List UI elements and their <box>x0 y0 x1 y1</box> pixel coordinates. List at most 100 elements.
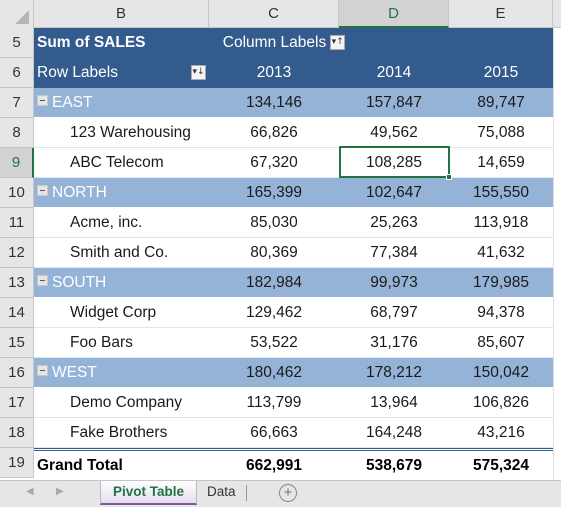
table-row: ABC Telecom 67,320 108,285 14,659 <box>34 148 553 178</box>
sales-value[interactable]: 164,248 <box>339 418 449 448</box>
tab-data[interactable]: Data <box>195 481 248 505</box>
year-header[interactable]: 2013 <box>209 58 339 88</box>
column-header-c[interactable]: C <box>209 0 339 28</box>
region-value[interactable]: 89,747 <box>449 88 553 118</box>
row-header[interactable]: 15 <box>0 328 34 358</box>
column-header-b[interactable]: B <box>34 0 209 28</box>
sales-value[interactable]: 68,797 <box>339 298 449 328</box>
customer-name[interactable]: Smith and Co. <box>34 238 209 268</box>
row-header[interactable]: 11 <box>0 208 34 238</box>
sales-value[interactable]: 14,659 <box>449 148 553 178</box>
sheet-tab-bar: ◀ ▶ Pivot Table Data + <box>0 480 561 507</box>
region-label-cell[interactable]: SOUTH <box>34 268 209 298</box>
collapse-icon[interactable] <box>37 185 48 197</box>
sales-value[interactable]: 66,663 <box>209 418 339 448</box>
row-header[interactable]: 5 <box>0 28 34 58</box>
region-label-cell[interactable]: NORTH <box>34 178 209 208</box>
column-header-d[interactable]: D <box>339 0 449 28</box>
customer-name[interactable]: Demo Company <box>34 388 209 418</box>
grand-total-value[interactable]: 662,991 <box>209 451 339 481</box>
column-header-e[interactable]: E <box>449 0 553 28</box>
sales-value[interactable]: 43,216 <box>449 418 553 448</box>
region-label-cell[interactable]: EAST <box>34 88 209 118</box>
sales-value[interactable]: 49,562 <box>339 118 449 148</box>
row-header[interactable]: 6 <box>0 58 34 88</box>
grand-total-value[interactable]: 575,324 <box>449 451 553 481</box>
row-header[interactable]: 8 <box>0 118 34 148</box>
region-value[interactable]: 180,462 <box>209 358 339 388</box>
row-header[interactable]: 16 <box>0 358 34 388</box>
sales-value[interactable]: 106,826 <box>449 388 553 418</box>
sales-value[interactable]: 85,030 <box>209 208 339 238</box>
row-header[interactable]: 12 <box>0 238 34 268</box>
add-sheet-icon[interactable]: + <box>279 484 297 502</box>
grand-total-label[interactable]: Grand Total <box>34 451 209 481</box>
row-header[interactable]: 7 <box>0 88 34 118</box>
grid-edge <box>553 28 561 480</box>
header-blank[interactable] <box>339 28 449 58</box>
grand-total-value[interactable]: 538,679 <box>339 451 449 481</box>
table-row: Widget Corp 129,462 68,797 94,378 <box>34 298 553 328</box>
row-header[interactable]: 10 <box>0 178 34 208</box>
header-blank[interactable] <box>449 28 553 58</box>
sales-value[interactable]: 67,320 <box>209 148 339 178</box>
region-value[interactable]: 134,146 <box>209 88 339 118</box>
sales-value[interactable]: 75,088 <box>449 118 553 148</box>
sales-value[interactable]: 13,964 <box>339 388 449 418</box>
customer-name[interactable]: Acme, inc. <box>34 208 209 238</box>
region-row: NORTH 165,399 102,647 155,550 <box>34 178 553 208</box>
region-value[interactable]: 150,042 <box>449 358 553 388</box>
collapse-icon[interactable] <box>37 95 48 107</box>
region-value[interactable]: 155,550 <box>449 178 553 208</box>
region-name: SOUTH <box>52 274 107 291</box>
region-name: WEST <box>52 364 97 381</box>
column-header-bar: B C D E <box>0 0 561 28</box>
tab-pivot-table[interactable]: Pivot Table <box>100 481 198 505</box>
region-label-cell[interactable]: WEST <box>34 358 209 388</box>
sales-value[interactable]: 108,285 <box>339 148 449 178</box>
customer-name[interactable]: Widget Corp <box>34 298 209 328</box>
customer-name[interactable]: Foo Bars <box>34 328 209 358</box>
sales-value[interactable]: 31,176 <box>339 328 449 358</box>
year-header[interactable]: 2015 <box>449 58 553 88</box>
row-header[interactable]: 9 <box>0 148 34 178</box>
sales-value[interactable]: 113,799 <box>209 388 339 418</box>
row-header[interactable]: 14 <box>0 298 34 328</box>
region-value[interactable]: 99,973 <box>339 268 449 298</box>
collapse-icon[interactable] <box>37 275 48 287</box>
sales-value[interactable]: 129,462 <box>209 298 339 328</box>
next-sheet-icon[interactable]: ▶ <box>56 486 64 497</box>
sales-value[interactable]: 66,826 <box>209 118 339 148</box>
sales-value[interactable]: 53,522 <box>209 328 339 358</box>
sales-value[interactable]: 41,632 <box>449 238 553 268</box>
year-header[interactable]: 2014 <box>339 58 449 88</box>
region-value[interactable]: 157,847 <box>339 88 449 118</box>
row-header[interactable]: 17 <box>0 388 34 418</box>
pivot-header-row: Sum of SALES Column Labels ▾↑ <box>34 28 553 58</box>
row-filter-button[interactable]: ▾↓ <box>191 65 206 80</box>
region-value[interactable]: 178,212 <box>339 358 449 388</box>
sales-value[interactable]: 85,607 <box>449 328 553 358</box>
region-value[interactable]: 102,647 <box>339 178 449 208</box>
region-row: SOUTH 182,984 99,973 179,985 <box>34 268 553 298</box>
sales-value[interactable]: 25,263 <box>339 208 449 238</box>
sales-value[interactable]: 77,384 <box>339 238 449 268</box>
column-labels-cell[interactable]: Column Labels ▾↑ <box>209 28 359 58</box>
row-labels-cell[interactable]: Row Labels ▾↓ <box>34 58 209 88</box>
sales-value[interactable]: 113,918 <box>449 208 553 238</box>
customer-name[interactable]: 123 Warehousing <box>34 118 209 148</box>
collapse-icon[interactable] <box>37 365 48 377</box>
prev-sheet-icon[interactable]: ◀ <box>26 486 34 497</box>
customer-name[interactable]: ABC Telecom <box>34 148 209 178</box>
region-value[interactable]: 165,399 <box>209 178 339 208</box>
row-header[interactable]: 18 <box>0 418 34 448</box>
region-value[interactable]: 182,984 <box>209 268 339 298</box>
pivot-title-cell[interactable]: Sum of SALES <box>34 28 209 58</box>
row-header[interactable]: 19 <box>0 448 34 478</box>
customer-name[interactable]: Fake Brothers <box>34 418 209 448</box>
sales-value[interactable]: 94,378 <box>449 298 553 328</box>
sales-value[interactable]: 80,369 <box>209 238 339 268</box>
row-header[interactable]: 13 <box>0 268 34 298</box>
region-value[interactable]: 179,985 <box>449 268 553 298</box>
select-all-corner[interactable] <box>0 0 34 28</box>
